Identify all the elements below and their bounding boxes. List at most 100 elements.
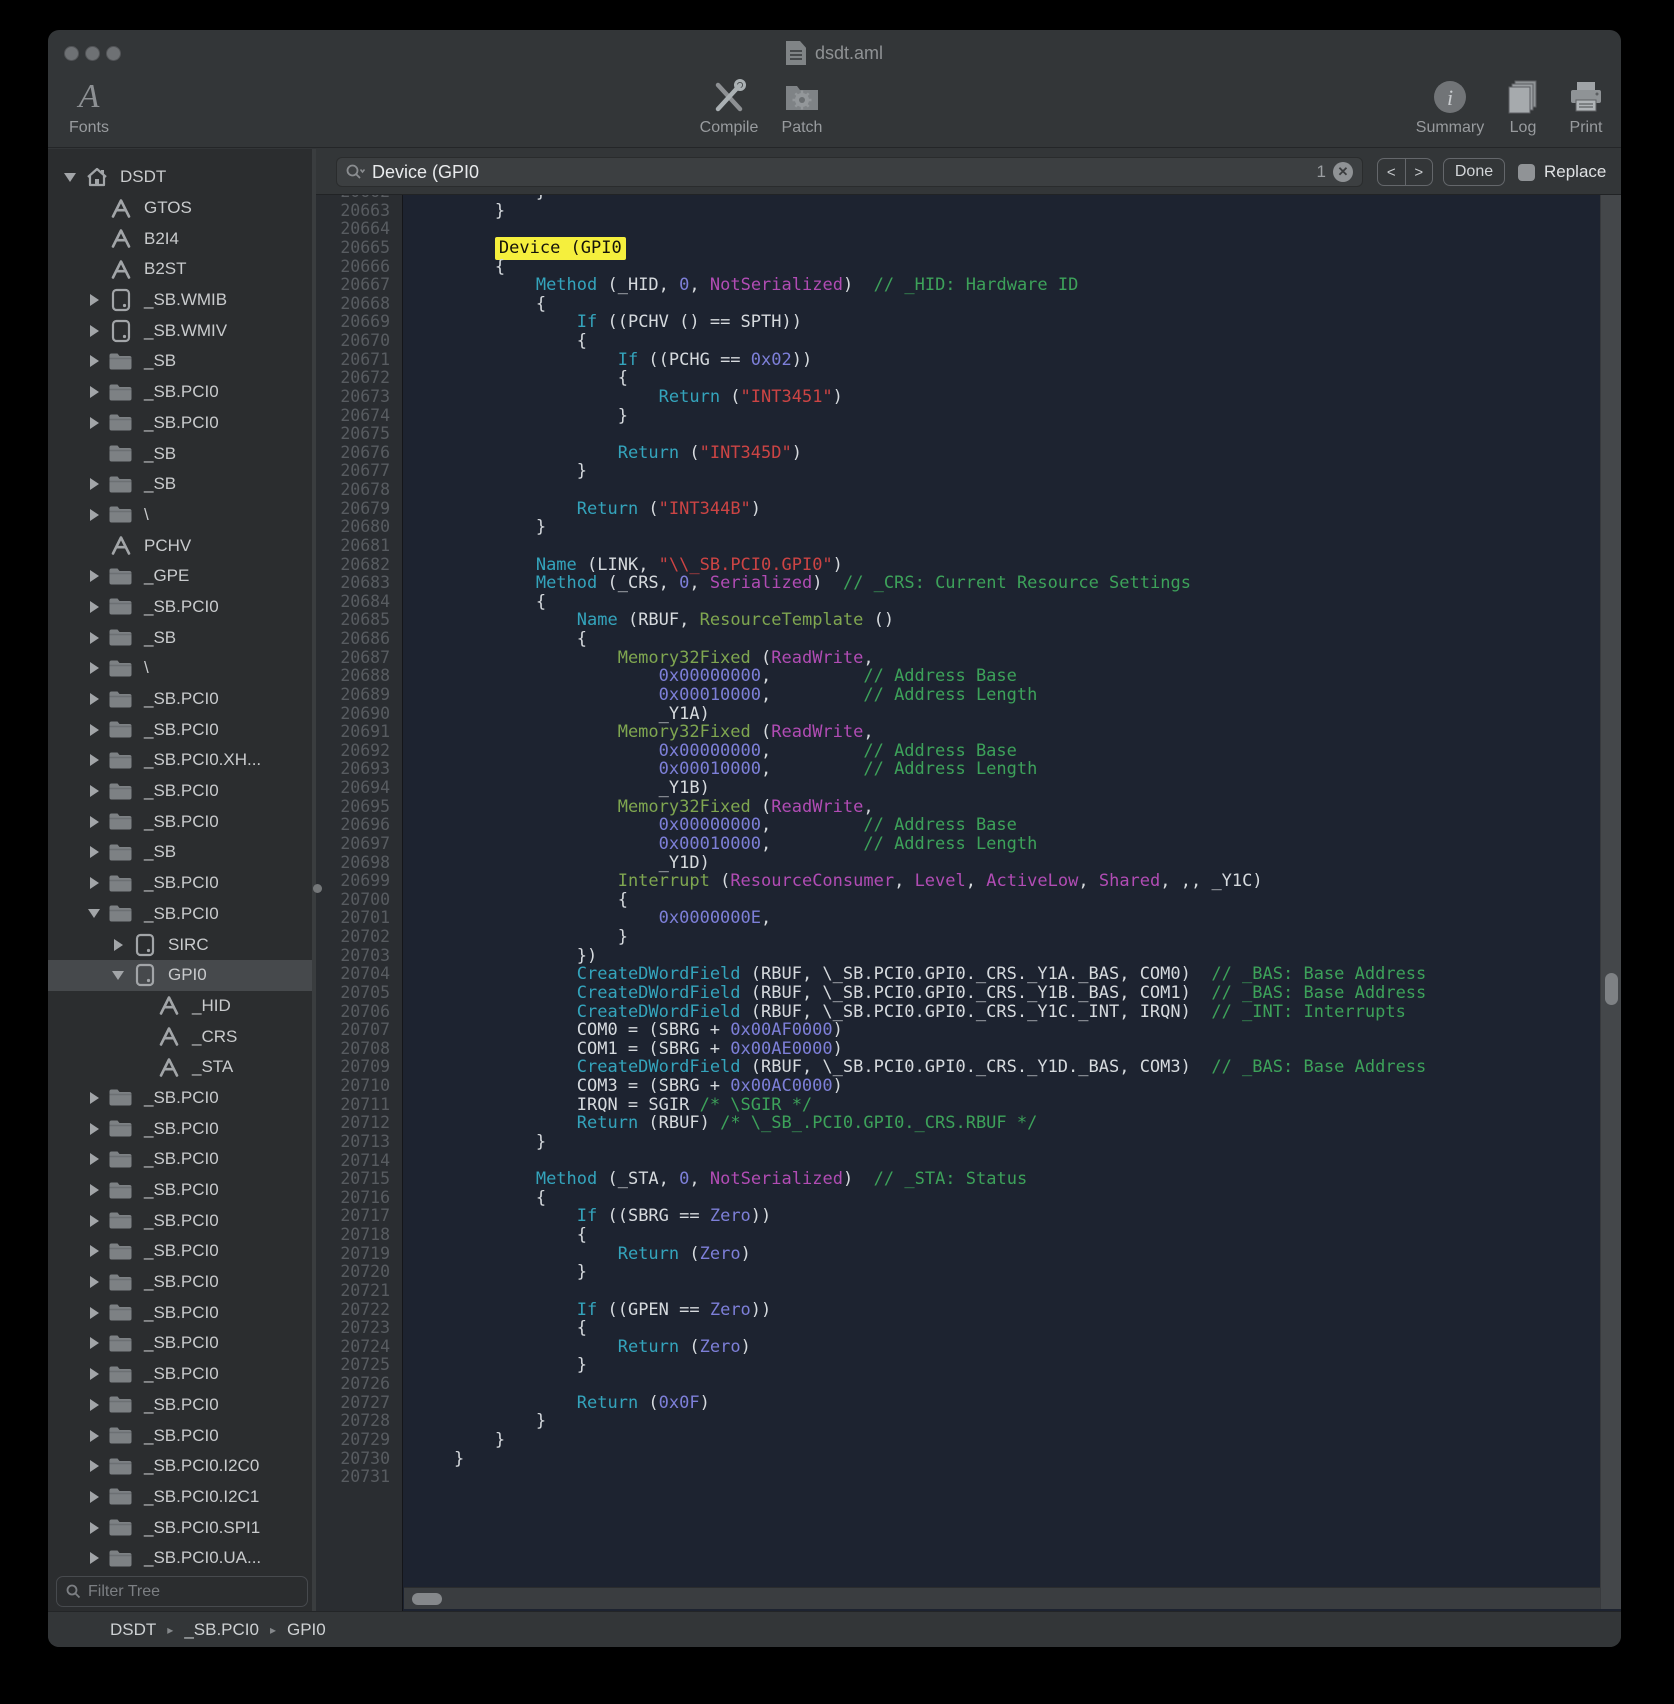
disclosure-closed-icon[interactable]: [86, 1522, 102, 1534]
disclosure-closed-icon[interactable]: [86, 724, 102, 736]
disclosure-open-icon[interactable]: [86, 909, 102, 918]
breadcrumb-item-dsdt[interactable]: DSDT: [110, 1620, 156, 1640]
breadcrumb-item--sb-pci0[interactable]: _SB.PCI0: [184, 1620, 259, 1640]
print-button[interactable]: Print: [1556, 76, 1616, 137]
tree-item-b2st[interactable]: B2ST: [48, 254, 312, 285]
tree-item-b2i4[interactable]: B2I4: [48, 223, 312, 254]
disclosure-closed-icon[interactable]: [86, 1215, 102, 1227]
tree-item--sb-pci0[interactable]: _SB.PCI0: [48, 1328, 312, 1359]
disclosure-closed-icon[interactable]: [110, 939, 126, 951]
tree-item--sb-pci0-ua-[interactable]: _SB.PCI0.UA...: [48, 1543, 312, 1574]
tree-item--sb-wmib[interactable]: _SB.WMIB: [48, 285, 312, 316]
tree-item--sb-pci0[interactable]: _SB.PCI0: [48, 408, 312, 439]
compile-button[interactable]: Compile: [688, 76, 770, 137]
tree-item--sb-pci0[interactable]: _SB.PCI0: [48, 776, 312, 807]
tree-item--sb-pci0[interactable]: _SB.PCI0: [48, 1144, 312, 1175]
tree-item--sb[interactable]: _SB: [48, 438, 312, 469]
tree-item--sb-pci0[interactable]: _SB.PCI0: [48, 1175, 312, 1206]
tree-item--sb-pci0[interactable]: _SB.PCI0: [48, 1113, 312, 1144]
disclosure-closed-icon[interactable]: [86, 662, 102, 674]
disclosure-closed-icon[interactable]: [86, 816, 102, 828]
disclosure-closed-icon[interactable]: [86, 1491, 102, 1503]
tree-item--sb-pci0-spi1[interactable]: _SB.PCI0.SPI1: [48, 1512, 312, 1543]
tree-item--crs[interactable]: _CRS: [48, 1021, 312, 1052]
tree-item--sb-pci0[interactable]: _SB.PCI0: [48, 684, 312, 715]
replace-checkbox[interactable]: [1518, 164, 1535, 181]
tree-item--sb-pci0[interactable]: _SB.PCI0: [48, 1267, 312, 1298]
tree-item--sb-pci0[interactable]: _SB.PCI0: [48, 1297, 312, 1328]
tree-item--gpe[interactable]: _GPE: [48, 561, 312, 592]
disclosure-closed-icon[interactable]: [86, 355, 102, 367]
log-button[interactable]: Log: [1495, 76, 1551, 137]
tree-item--sb[interactable]: _SB: [48, 469, 312, 500]
tree-item--sb-pci0[interactable]: _SB.PCI0: [48, 1083, 312, 1114]
disclosure-closed-icon[interactable]: [86, 1460, 102, 1472]
disclosure-closed-icon[interactable]: [86, 478, 102, 490]
find-next-button[interactable]: >: [1406, 159, 1433, 185]
disclosure-closed-icon[interactable]: [86, 386, 102, 398]
disclosure-closed-icon[interactable]: [86, 693, 102, 705]
code-editor[interactable]: } } Device (GPI0 { Method (_HID, 0, NotS…: [403, 195, 1621, 1611]
disclosure-closed-icon[interactable]: [86, 1123, 102, 1135]
disclosure-closed-icon[interactable]: [86, 1307, 102, 1319]
disclosure-closed-icon[interactable]: [86, 1184, 102, 1196]
tree-item--sb[interactable]: _SB: [48, 622, 312, 653]
tree-item--[interactable]: \: [48, 500, 312, 531]
disclosure-closed-icon[interactable]: [86, 877, 102, 889]
disclosure-closed-icon[interactable]: [86, 1276, 102, 1288]
patch-button[interactable]: Patch: [767, 76, 837, 137]
disclosure-closed-icon[interactable]: [86, 846, 102, 858]
disclosure-closed-icon[interactable]: [86, 632, 102, 644]
search-input[interactable]: Device (GPI0 1 ✕: [336, 157, 1363, 187]
tree-item--hid[interactable]: _HID: [48, 991, 312, 1022]
fonts-button[interactable]: A Fonts: [54, 76, 124, 137]
tree-item--sb-pci0-i2c1[interactable]: _SB.PCI0.I2C1: [48, 1482, 312, 1513]
vertical-scrollbar[interactable]: [1600, 195, 1621, 1609]
tree-item--sb-pci0[interactable]: _SB.PCI0: [48, 1236, 312, 1267]
splitter-handle[interactable]: [313, 884, 322, 893]
disclosure-closed-icon[interactable]: [86, 754, 102, 766]
disclosure-closed-icon[interactable]: [86, 1337, 102, 1349]
disclosure-closed-icon[interactable]: [86, 417, 102, 429]
disclosure-closed-icon[interactable]: [86, 1092, 102, 1104]
disclosure-closed-icon[interactable]: [86, 570, 102, 582]
done-button[interactable]: Done: [1443, 158, 1505, 186]
filter-tree-input[interactable]: Filter Tree: [56, 1576, 308, 1607]
tree-item--sta[interactable]: _STA: [48, 1052, 312, 1083]
tree-item--sb[interactable]: _SB: [48, 346, 312, 377]
tree-item--sb-pci0[interactable]: _SB.PCI0: [48, 1390, 312, 1421]
tree-item-gtos[interactable]: GTOS: [48, 193, 312, 224]
tree-item--sb-pci0[interactable]: _SB.PCI0: [48, 714, 312, 745]
tree-item-gpi0[interactable]: GPI0: [48, 960, 312, 991]
tree-item-pchv[interactable]: PCHV: [48, 530, 312, 561]
tree-item--sb-pci0[interactable]: _SB.PCI0: [48, 1205, 312, 1236]
tree-item--sb-pci0[interactable]: _SB.PCI0: [48, 377, 312, 408]
vertical-scrollbar-thumb[interactable]: [1605, 973, 1618, 1005]
tree-item--sb-pci0[interactable]: _SB.PCI0: [48, 592, 312, 623]
disclosure-closed-icon[interactable]: [86, 1245, 102, 1257]
tree-item--sb-pci0-xh-[interactable]: _SB.PCI0.XH...: [48, 745, 312, 776]
clear-search-button[interactable]: ✕: [1333, 162, 1353, 182]
find-previous-button[interactable]: <: [1378, 159, 1406, 185]
disclosure-closed-icon[interactable]: [86, 509, 102, 521]
disclosure-closed-icon[interactable]: [86, 785, 102, 797]
disclosure-closed-icon[interactable]: [86, 294, 102, 306]
disclosure-closed-icon[interactable]: [86, 601, 102, 613]
breadcrumb-item-gpi0[interactable]: GPI0: [287, 1620, 326, 1640]
horizontal-scrollbar-thumb[interactable]: [412, 1593, 442, 1605]
tree-item--sb-pci0[interactable]: _SB.PCI0: [48, 899, 312, 930]
tree-item-dsdt[interactable]: DSDT: [48, 162, 312, 193]
horizontal-scrollbar[interactable]: [404, 1587, 1621, 1609]
disclosure-closed-icon[interactable]: [86, 1368, 102, 1380]
tree-item--sb[interactable]: _SB: [48, 837, 312, 868]
disclosure-closed-icon[interactable]: [86, 1430, 102, 1442]
disclosure-closed-icon[interactable]: [86, 1399, 102, 1411]
summary-button[interactable]: i Summary: [1408, 76, 1492, 137]
tree-item--[interactable]: \: [48, 653, 312, 684]
tree-item--sb-pci0-i2c0[interactable]: _SB.PCI0.I2C0: [48, 1451, 312, 1482]
disclosure-open-icon[interactable]: [62, 173, 78, 182]
tree-item--sb-pci0[interactable]: _SB.PCI0: [48, 868, 312, 899]
tree-item--sb-pci0[interactable]: _SB.PCI0: [48, 806, 312, 837]
disclosure-closed-icon[interactable]: [86, 1153, 102, 1165]
disclosure-closed-icon[interactable]: [86, 1552, 102, 1564]
